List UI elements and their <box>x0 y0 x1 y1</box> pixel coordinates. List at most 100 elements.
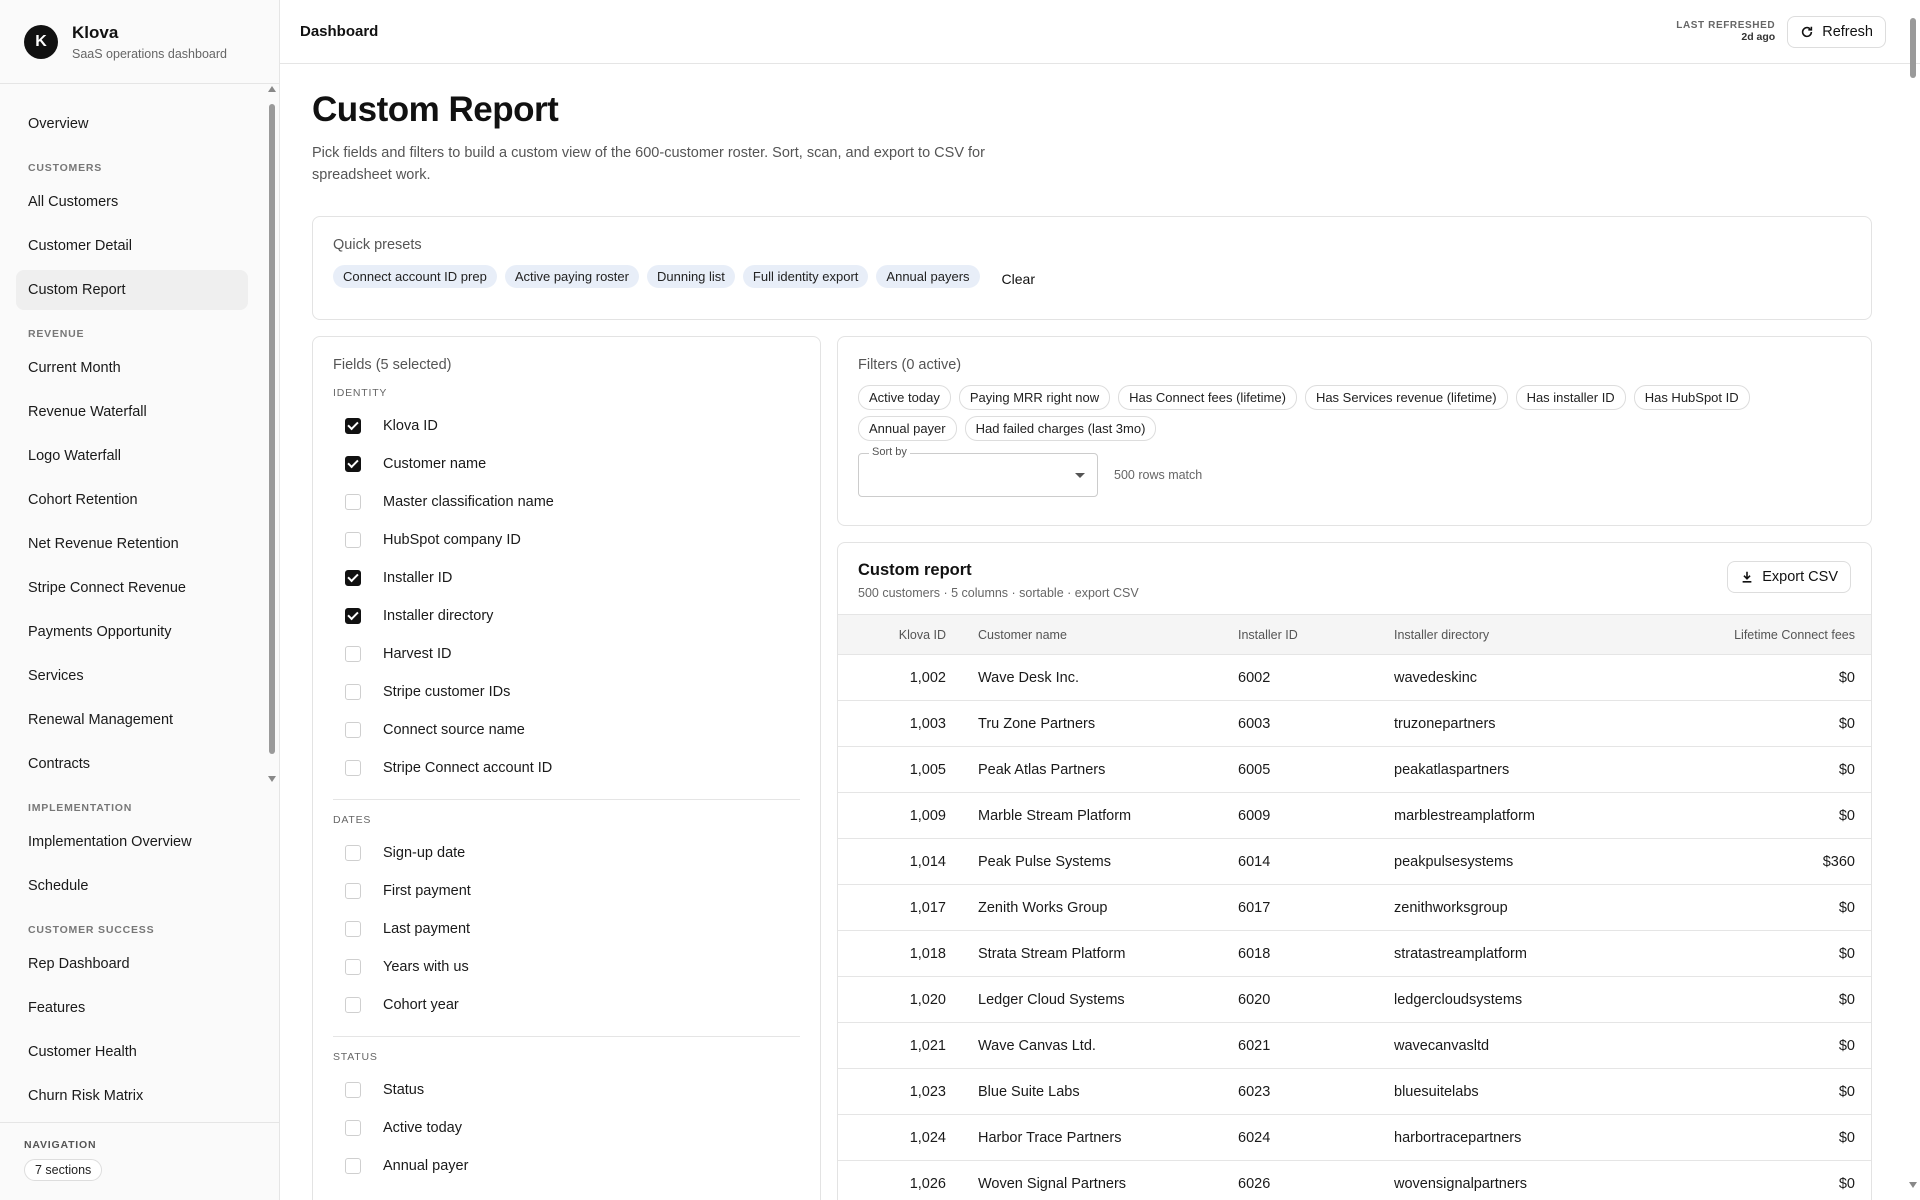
main-scroll-down-icon[interactable] <box>1909 1182 1917 1188</box>
field-checkbox[interactable] <box>345 959 361 975</box>
preset-chip[interactable]: Connect account ID prep <box>333 265 497 288</box>
sort-by-select[interactable]: Sort by <box>858 446 1098 497</box>
column-header-lifetime-connect-fees[interactable]: Lifetime Connect fees <box>1628 614 1871 655</box>
field-checkbox[interactable] <box>345 494 361 510</box>
table-row[interactable]: 1,021 Wave Canvas Ltd. 6021 wavecanvasltd $0 <box>838 1022 1871 1069</box>
column-header-installer-directory[interactable]: Installer directory <box>1378 614 1628 655</box>
field-option[interactable]: Master classification name <box>333 483 800 521</box>
table-row[interactable]: 1,005 Peak Atlas Partners 6005 peakatlaspar… <box>838 746 1871 793</box>
refresh-button[interactable]: Refresh <box>1787 15 1886 48</box>
table-row[interactable]: 1,017 Zenith Works Group 6017 zenithworksgr… <box>838 884 1871 931</box>
sidebar-item-cohort-retention[interactable]: Cohort Retention <box>16 480 248 520</box>
field-checkbox[interactable] <box>345 722 361 738</box>
field-option[interactable]: HubSpot company ID <box>333 521 800 559</box>
sidebar-item-current-month[interactable]: Current Month <box>16 348 248 388</box>
scroll-down-arrow-icon[interactable] <box>268 776 276 782</box>
field-checkbox[interactable] <box>345 1120 361 1136</box>
field-option[interactable]: Cohort year <box>333 986 800 1024</box>
field-option[interactable]: Stripe Connect account ID <box>333 749 800 787</box>
filter-chip[interactable]: Had failed charges (last 3mo) <box>964 416 1157 441</box>
field-option[interactable]: Connect source name <box>333 711 800 749</box>
field-checkbox[interactable] <box>345 646 361 662</box>
field-checkbox[interactable] <box>345 570 361 586</box>
main-scrollbar[interactable] <box>1909 14 1917 1200</box>
field-checkbox[interactable] <box>345 608 361 624</box>
table-row[interactable]: 1,009 Marble Stream Platform 6009 marblestr… <box>838 792 1871 839</box>
nav-section-heading: REVENUE <box>28 328 85 340</box>
table-row[interactable]: 1,026 Woven Signal Partners 6026 wovensigna… <box>838 1160 1871 1200</box>
table-row[interactable]: 1,024 Harbor Trace Partners 6024 harbortrac… <box>838 1114 1871 1161</box>
sidebar-scroll-thumb[interactable] <box>269 104 275 754</box>
sidebar-item-logo-waterfall[interactable]: Logo Waterfall <box>16 436 248 476</box>
field-option[interactable]: Last payment <box>333 910 800 948</box>
page-title: Custom Report <box>312 90 559 129</box>
filter-chip[interactable]: Has installer ID <box>1515 385 1626 410</box>
field-checkbox[interactable] <box>345 418 361 434</box>
field-option[interactable]: Klova ID <box>333 407 800 445</box>
filter-chip[interactable]: Has Connect fees (lifetime) <box>1118 385 1297 410</box>
field-checkbox[interactable] <box>345 456 361 472</box>
sidebar-item-revenue-waterfall[interactable]: Revenue Waterfall <box>16 392 248 432</box>
filter-chip[interactable]: Has Services revenue (lifetime) <box>1304 385 1508 410</box>
field-option[interactable]: Years with us <box>333 948 800 986</box>
field-checkbox[interactable] <box>345 883 361 899</box>
main-scroll-thumb[interactable] <box>1910 18 1916 78</box>
table-row[interactable]: 1,018 Strata Stream Platform 6018 stratastr… <box>838 930 1871 977</box>
scroll-up-arrow-icon[interactable] <box>268 86 276 92</box>
sidebar-item-contracts[interactable]: Contracts <box>16 744 248 784</box>
field-checkbox[interactable] <box>345 1082 361 1098</box>
field-checkbox[interactable] <box>345 760 361 776</box>
field-option[interactable]: Status <box>333 1071 800 1109</box>
field-checkbox[interactable] <box>345 997 361 1013</box>
field-option[interactable]: Customer name <box>333 445 800 483</box>
table-row[interactable]: 1,020 Ledger Cloud Systems 6020 ledgercloud… <box>838 976 1871 1023</box>
field-checkbox[interactable] <box>345 921 361 937</box>
sidebar-item-rep-dashboard[interactable]: Rep Dashboard <box>16 944 248 984</box>
table-row[interactable]: 1,002 Wave Desk Inc. 6002 wavedeskinc $0 <box>838 654 1871 701</box>
export-csv-button[interactable]: Export CSV <box>1727 561 1851 593</box>
filter-chip[interactable]: Annual payer <box>858 416 957 441</box>
filter-chip[interactable]: Has HubSpot ID <box>1633 385 1750 410</box>
field-option[interactable]: Active today <box>333 1109 800 1147</box>
preset-chip[interactable]: Dunning list <box>646 265 735 288</box>
sidebar-item-renewal-management[interactable]: Renewal Management <box>16 700 248 740</box>
column-header-customer-name[interactable]: Customer name <box>962 614 1222 655</box>
field-checkbox[interactable] <box>345 532 361 548</box>
sidebar-item-services[interactable]: Services <box>16 656 248 696</box>
sidebar-item-customer-health[interactable]: Customer Health <box>16 1032 248 1072</box>
sidebar-item-stripe-connect-revenue[interactable]: Stripe Connect Revenue <box>16 568 248 608</box>
column-header-installer-id[interactable]: Installer ID <box>1222 614 1378 655</box>
table-cell: $0 <box>1628 884 1871 931</box>
table-row[interactable]: 1,003 Tru Zone Partners 6003 truzonepartner… <box>838 700 1871 747</box>
clear-presets-button[interactable]: Clear <box>1002 271 1035 287</box>
sidebar-item-schedule[interactable]: Schedule <box>16 866 248 906</box>
field-checkbox[interactable] <box>345 845 361 861</box>
field-option[interactable]: Sign-up date <box>333 834 800 872</box>
preset-chip[interactable]: Full identity export <box>742 265 869 288</box>
field-option[interactable]: Installer directory <box>333 597 800 635</box>
sidebar-scrollbar[interactable] <box>268 86 276 782</box>
field-option[interactable]: Annual payer <box>333 1147 800 1185</box>
sidebar-item-net-revenue-retention[interactable]: Net Revenue Retention <box>16 524 248 564</box>
field-option[interactable]: Harvest ID <box>333 635 800 673</box>
sidebar-item-all-customers[interactable]: All Customers <box>16 182 248 222</box>
sidebar-item-payments-opportunity[interactable]: Payments Opportunity <box>16 612 248 652</box>
field-checkbox[interactable] <box>345 684 361 700</box>
sidebar-item-custom-report[interactable]: Custom Report <box>16 270 248 310</box>
field-checkbox[interactable] <box>345 1158 361 1174</box>
sidebar-item-churn-risk-matrix[interactable]: Churn Risk Matrix <box>16 1076 248 1116</box>
table-row[interactable]: 1,023 Blue Suite Labs 6023 bluesuitelabs $0 <box>838 1068 1871 1115</box>
sidebar-item-customer-detail[interactable]: Customer Detail <box>16 226 248 266</box>
preset-chip[interactable]: Annual payers <box>876 265 980 288</box>
field-option[interactable]: Stripe customer IDs <box>333 673 800 711</box>
sidebar-item-features[interactable]: Features <box>16 988 248 1028</box>
field-option[interactable]: First payment <box>333 872 800 910</box>
sidebar-item-implementation-overview[interactable]: Implementation Overview <box>16 822 248 862</box>
column-header-klova-id[interactable]: Klova ID <box>838 614 962 655</box>
table-row[interactable]: 1,014 Peak Pulse Systems 6014 peakpulsesyst… <box>838 838 1871 885</box>
sidebar-item-overview[interactable]: Overview <box>16 104 248 144</box>
preset-chip[interactable]: Active paying roster <box>504 265 639 288</box>
field-option[interactable]: Installer ID <box>333 559 800 597</box>
filter-chip[interactable]: Paying MRR right now <box>958 385 1111 410</box>
filter-chip[interactable]: Active today <box>858 385 951 410</box>
